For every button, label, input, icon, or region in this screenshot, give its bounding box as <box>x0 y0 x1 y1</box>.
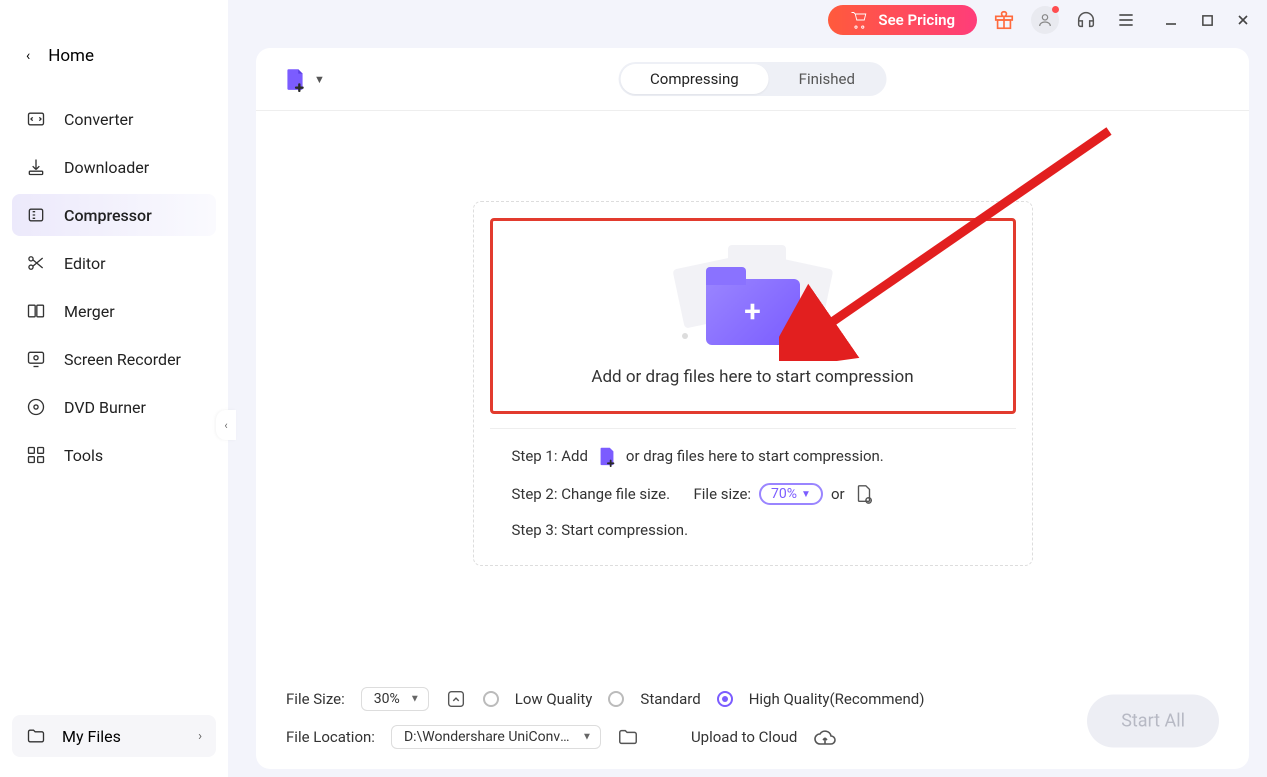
sidebar-item-label: Compressor <box>64 206 152 225</box>
sidebar-item-label: Tools <box>64 446 103 465</box>
sidebar: ‹ Home Converter Downloader Compressor <box>0 0 228 777</box>
sidebar-item-dvd-burner[interactable]: DVD Burner <box>12 386 216 428</box>
file-location-label: File Location: <box>286 728 375 746</box>
step1-text-a: Step 1: Add <box>512 447 588 465</box>
menu-icon[interactable] <box>1113 7 1139 33</box>
scissors-icon <box>26 253 46 273</box>
add-files-dropdown[interactable]: ▼ <box>282 66 325 92</box>
cloud-upload-icon[interactable] <box>813 726 835 748</box>
tab-compressing[interactable]: Compressing <box>620 64 769 94</box>
sidebar-item-label: Editor <box>64 254 105 273</box>
sidebar-item-label: Converter <box>64 110 133 129</box>
file-settings-icon[interactable] <box>853 483 875 505</box>
step2-text-a: Step 2: Change file size. <box>512 485 671 503</box>
sidebar-item-label: Downloader <box>64 158 149 177</box>
sidebar-item-tools[interactable]: Tools <box>12 434 216 476</box>
my-files-label: My Files <box>62 727 121 746</box>
low-quality-label: Low Quality <box>515 690 593 708</box>
drop-text: Add or drag files here to start compress… <box>591 367 913 387</box>
cart-icon <box>850 11 868 29</box>
step-2: Step 2: Change file size. File size: 70%… <box>512 483 1006 505</box>
window-minimize-button[interactable] <box>1163 12 1179 28</box>
open-folder-button[interactable] <box>617 726 639 748</box>
file-plus-icon <box>282 66 308 92</box>
grid-icon <box>26 445 46 465</box>
file-location-value: D:\Wondershare UniConverter 1 <box>404 729 574 745</box>
step1-text-b: or drag files here to start compression. <box>626 447 884 465</box>
footer-bar: File Size: 30% ▼ Low Quality Standard Hi… <box>256 673 1249 769</box>
tab-finished[interactable]: Finished <box>769 64 885 94</box>
radio-high-quality[interactable] <box>717 691 733 707</box>
step2-text-b: File size: <box>693 485 751 503</box>
account-icon[interactable] <box>1031 6 1059 34</box>
sidebar-item-label: DVD Burner <box>64 398 146 417</box>
radio-low-quality[interactable] <box>483 691 499 707</box>
plus-icon: + <box>744 295 761 330</box>
file-size-label: File Size: <box>286 690 345 708</box>
status-tabs: Compressing Finished <box>618 62 887 96</box>
high-quality-label: High Quality(Recommend) <box>749 690 925 708</box>
see-pricing-button[interactable]: See Pricing <box>828 5 977 35</box>
see-pricing-label: See Pricing <box>878 11 955 29</box>
panel-body: + Add or drag files here to start compre… <box>256 111 1249 673</box>
radio-standard[interactable] <box>608 691 624 707</box>
sidebar-item-editor[interactable]: Editor <box>12 242 216 284</box>
screen-recorder-icon <box>26 349 46 369</box>
nav-home-label: Home <box>48 46 94 66</box>
file-location-select[interactable]: D:\Wondershare UniConverter 1 ▼ <box>391 725 601 749</box>
step-3: Step 3: Start compression. <box>512 521 1006 539</box>
file-size-value: 30% <box>374 691 400 707</box>
panel-header: ▼ Compressing Finished <box>256 48 1249 111</box>
caret-down-icon: ▼ <box>582 731 592 742</box>
sidebar-collapse-button[interactable]: ‹ <box>216 410 236 440</box>
step-1: Step 1: Add or drag files here to start … <box>512 445 1006 467</box>
merger-icon <box>26 301 46 321</box>
main-area: See Pricing <box>228 0 1267 777</box>
steps-guide: Step 1: Add or drag files here to start … <box>490 428 1016 549</box>
standard-label: Standard <box>640 690 700 708</box>
sidebar-item-screen-recorder[interactable]: Screen Recorder <box>12 338 216 380</box>
sidebar-item-converter[interactable]: Converter <box>12 98 216 140</box>
sidebar-item-compressor[interactable]: Compressor <box>12 194 216 236</box>
step2-size-select[interactable]: 70% ▼ <box>759 483 823 505</box>
step3-text: Step 3: Start compression. <box>512 521 689 539</box>
step2-or: or <box>831 485 845 503</box>
gift-icon[interactable] <box>991 7 1017 33</box>
support-icon[interactable] <box>1073 7 1099 33</box>
chevron-right-icon: › <box>198 729 202 744</box>
caret-down-icon: ▼ <box>801 489 811 500</box>
sidebar-item-label: Merger <box>64 302 115 321</box>
drop-zone[interactable]: + Add or drag files here to start compre… <box>490 218 1016 414</box>
caret-down-icon: ▼ <box>314 73 325 86</box>
folder-icon <box>26 726 46 746</box>
sidebar-item-label: Screen Recorder <box>64 350 181 369</box>
folder-graphic: + <box>678 245 828 345</box>
sidebar-item-merger[interactable]: Merger <box>12 290 216 332</box>
custom-settings-icon[interactable] <box>445 688 467 710</box>
disc-icon <box>26 397 46 417</box>
chevron-left-icon: ‹ <box>26 48 30 64</box>
caret-down-icon: ▼ <box>410 693 420 704</box>
titlebar: See Pricing <box>228 0 1267 40</box>
compressor-icon <box>26 205 46 225</box>
sidebar-my-files[interactable]: My Files › <box>12 715 216 757</box>
step2-size-value: 70% <box>771 486 797 502</box>
window-maximize-button[interactable] <box>1199 12 1215 28</box>
drop-container: + Add or drag files here to start compre… <box>473 201 1033 566</box>
download-icon <box>26 157 46 177</box>
sidebar-item-downloader[interactable]: Downloader <box>12 146 216 188</box>
nav-home[interactable]: ‹ Home <box>0 36 228 88</box>
file-plus-icon <box>596 445 618 467</box>
file-size-select[interactable]: 30% ▼ <box>361 687 429 711</box>
converter-icon <box>26 109 46 129</box>
start-all-button[interactable]: Start All <box>1087 694 1219 747</box>
content-panel: ▼ Compressing Finished + <box>256 48 1249 769</box>
window-close-button[interactable] <box>1235 12 1251 28</box>
upload-cloud-label: Upload to Cloud <box>691 728 797 746</box>
